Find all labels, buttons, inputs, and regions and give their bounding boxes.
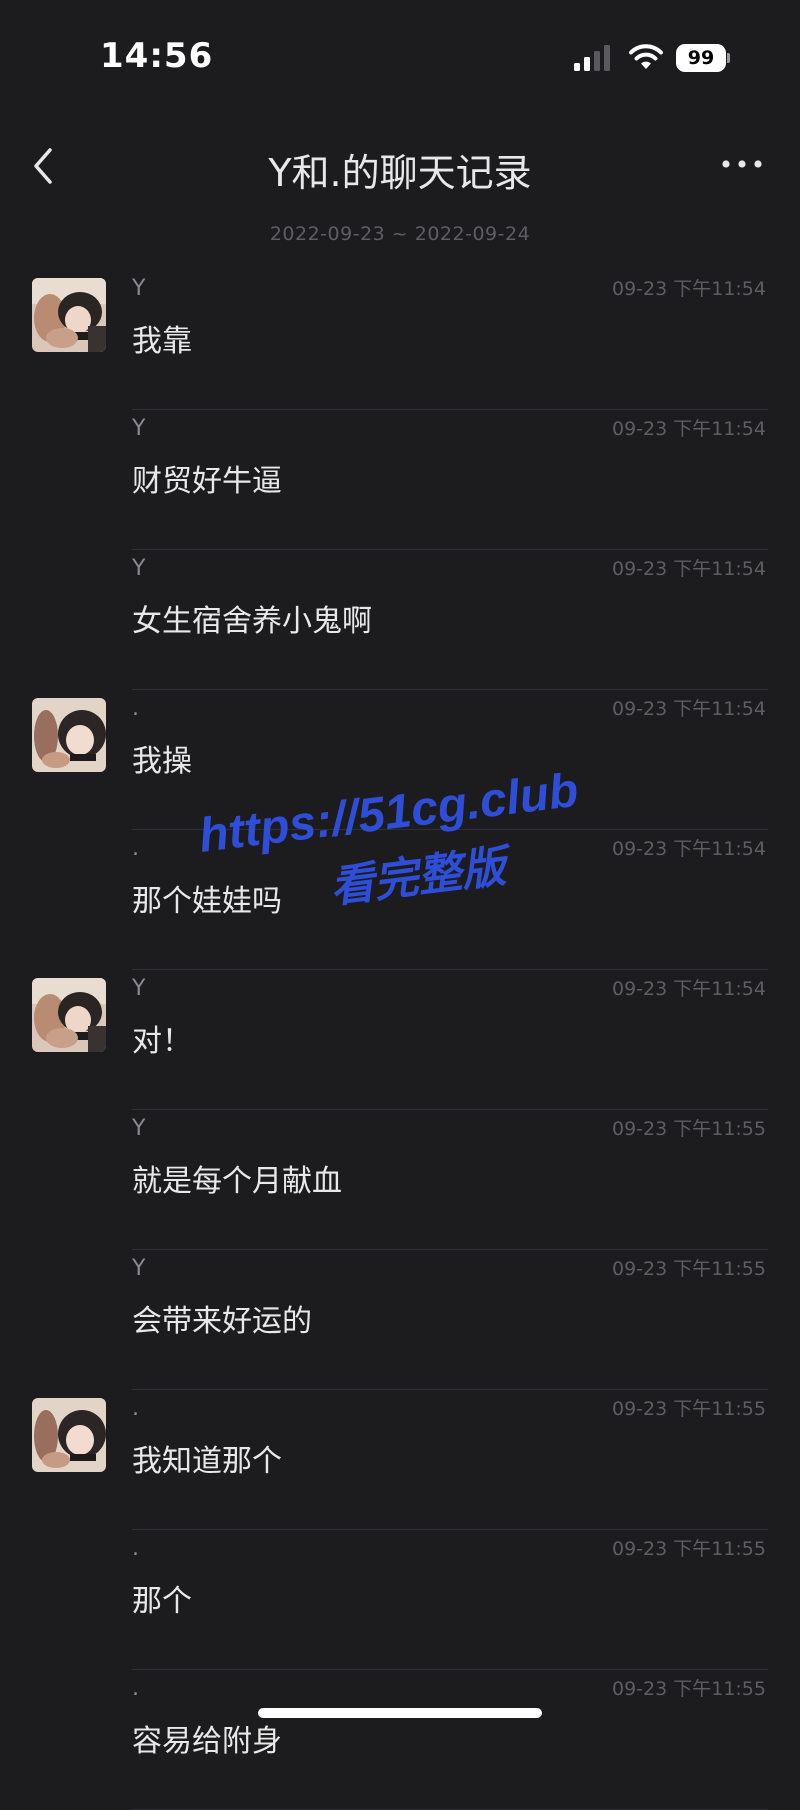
message-text: 女生宿舍养小鬼啊	[132, 604, 372, 639]
message-sender: Y	[132, 976, 146, 1001]
back-icon[interactable]	[28, 144, 62, 188]
message-sender: .	[132, 1536, 139, 1561]
message-text: 财贸好牛逼	[132, 464, 282, 499]
message-sender: .	[132, 1676, 139, 1701]
message-timestamp: 09-23 下午11:55	[611, 1678, 766, 1700]
message-sender: Y	[132, 276, 146, 301]
message-item[interactable]: Y 09-23 下午11:54 女生宿舍养小鬼啊	[0, 550, 800, 690]
message-text: 就是每个月献血	[132, 1164, 342, 1199]
message-timestamp: 09-23 下午11:54	[611, 698, 766, 720]
message-sender: .	[132, 836, 139, 861]
battery-tip	[727, 53, 730, 63]
message-sender: .	[132, 696, 139, 721]
date-range: 2022-09-23 ~ 2022-09-24	[269, 223, 531, 245]
home-indicator	[258, 1708, 542, 1718]
message-list[interactable]: Y 09-23 下午11:54 我靠 Y 09-23 下午11:54 财贸好牛逼 Y 09-2…	[0, 270, 800, 1810]
message-text: 那个	[132, 1584, 192, 1619]
message-timestamp: 09-23 下午11:54	[611, 978, 766, 1000]
message-item[interactable]: Y 09-23 下午11:54 财贸好牛逼	[0, 410, 800, 550]
message-timestamp: 09-23 下午11:54	[611, 418, 766, 440]
message-sender: Y	[132, 1116, 146, 1141]
message-sender: Y	[132, 1256, 146, 1281]
message-text: 会带来好运的	[132, 1304, 312, 1339]
battery-level: 99	[676, 44, 726, 72]
avatar[interactable]	[32, 698, 106, 772]
battery-icon: 99	[676, 44, 730, 72]
message-sender: .	[132, 1396, 139, 1421]
message-text: 我靠	[132, 324, 192, 359]
signal-icon	[574, 45, 610, 71]
message-timestamp: 09-23 下午11:54	[611, 278, 766, 300]
message-timestamp: 09-23 下午11:55	[611, 1118, 766, 1140]
message-item[interactable]: Y 09-23 下午11:54 我靠	[0, 270, 800, 410]
message-timestamp: 09-23 下午11:54	[611, 558, 766, 580]
message-text: 对！	[132, 1024, 192, 1059]
status-bar: 14:56 99	[0, 0, 800, 112]
more-icon[interactable]	[720, 154, 764, 174]
message-item[interactable]: Y 09-23 下午11:55 就是每个月献血	[0, 1110, 800, 1250]
wifi-icon	[629, 44, 663, 69]
avatar[interactable]	[32, 978, 106, 1052]
page-title: Y和.的聊天记录	[268, 151, 532, 195]
avatar[interactable]	[32, 1398, 106, 1472]
message-text: 我知道那个	[132, 1444, 282, 1479]
message-sender: Y	[132, 556, 146, 581]
message-item[interactable]: . 09-23 下午11:55 我知道那个	[0, 1390, 800, 1530]
message-item[interactable]: Y 09-23 下午11:55 会带来好运的	[0, 1250, 800, 1390]
message-timestamp: 09-23 下午11:55	[611, 1398, 766, 1420]
message-text: 容易给附身	[132, 1724, 282, 1759]
status-time: 14:56	[100, 36, 214, 76]
message-item[interactable]: Y 09-23 下午11:54 对！	[0, 970, 800, 1110]
message-timestamp: 09-23 下午11:55	[611, 1538, 766, 1560]
nav-bar: Y和.的聊天记录	[0, 130, 800, 206]
message-timestamp: 09-23 下午11:55	[611, 1258, 766, 1280]
avatar[interactable]	[32, 278, 106, 352]
message-item[interactable]: . 09-23 下午11:55 那个	[0, 1530, 800, 1670]
message-sender: Y	[132, 416, 146, 441]
message-item[interactable]: . 09-23 下午11:55 容易给附身	[0, 1670, 800, 1810]
message-text: 我操	[132, 744, 192, 779]
